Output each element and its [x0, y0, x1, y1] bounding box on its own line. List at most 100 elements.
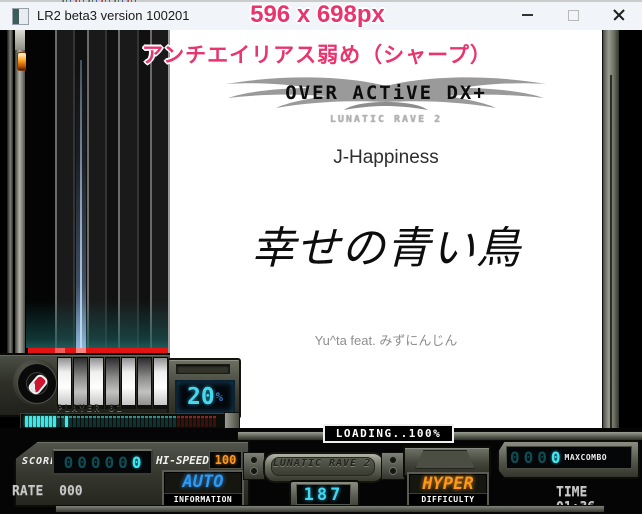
score-bright-digit: 0 [132, 453, 142, 472]
loading-status: LOADING..100% [336, 428, 442, 439]
note-lane-field [26, 30, 170, 353]
gauge-segment [129, 416, 132, 427]
key-3 [89, 357, 104, 409]
bpm-value: 187 [304, 485, 344, 505]
rail-connector-left [243, 452, 265, 480]
key-4 [105, 357, 120, 409]
close-button[interactable] [596, 0, 642, 30]
lane-beam-glow [26, 300, 168, 348]
window-title: LR2 beta3 version 100201 [37, 8, 190, 23]
difficulty-name: HYPER [409, 475, 487, 494]
left-frame-inner [15, 30, 25, 353]
lane-right-edge [168, 30, 170, 353]
app-icon [12, 8, 29, 25]
gauge-segment [193, 416, 196, 427]
gauge-segment [81, 416, 84, 427]
time-label: TIME [556, 485, 587, 500]
difficulty-label: DIFFICULTY [409, 493, 487, 505]
minimize-icon [522, 14, 533, 16]
maxcombo-label: MAXCOMBO [565, 453, 608, 462]
gauge-segment [149, 416, 152, 427]
gauge-segment [125, 416, 128, 427]
rate-label: RATE [12, 484, 43, 499]
gauge-segment [45, 416, 48, 427]
difficulty-panel: HYPER DIFFICULTY [407, 472, 489, 507]
key-1 [57, 357, 72, 409]
gauge-segment [201, 416, 204, 427]
console-bottom-rail [55, 505, 605, 513]
auto-label: AUTO [164, 473, 242, 492]
score-dim-digits: 00000 [64, 453, 132, 472]
gauge-segment [93, 416, 96, 427]
score-display: 00000 0 [52, 449, 153, 475]
gauge-segment [41, 416, 44, 427]
lane-cover-display: 20 % [175, 380, 235, 414]
loading-status-box: LOADING..100% [323, 424, 454, 443]
logo-title: OVER ACTiVE DX+ [216, 82, 556, 104]
gauge-segment [133, 416, 136, 427]
maxcombo-display: 000 0 MAXCOMBO [506, 446, 632, 469]
lane-cover-value: 20 [187, 386, 215, 409]
panel-engraving [176, 364, 230, 374]
gauge-segment [105, 416, 108, 427]
logo-subtitle: LUNATIC RAVE 2 [216, 114, 556, 125]
rate-readout: RATE 000 [12, 484, 83, 499]
gauge-segment [121, 416, 124, 427]
auto-panel: AUTO INFORMATION [162, 470, 244, 507]
gauge-segment [101, 416, 104, 427]
gauge-segment [177, 416, 180, 427]
minimize-button[interactable] [504, 0, 550, 30]
gauge-segment [73, 416, 76, 427]
gauge-segment [89, 416, 92, 427]
gauge-segment [57, 416, 60, 427]
maxcombo-bright-digit: 0 [551, 448, 561, 467]
close-icon [612, 8, 626, 22]
gauge-segment [113, 416, 116, 427]
gauge-segment [65, 416, 68, 427]
lr2-window: LR2 beta3 version 100201 596 x 698px [0, 0, 642, 514]
screw-icon [250, 456, 258, 464]
right-frame-groove [610, 75, 612, 428]
information-label: INFORMATION [164, 493, 242, 505]
maxcombo-dim-digits: 000 [510, 448, 551, 467]
gauge-segment [205, 416, 208, 427]
gauge-segment [37, 416, 40, 427]
gauge-segment [141, 416, 144, 427]
screw-icon [389, 456, 397, 464]
gauge-segment [61, 416, 64, 427]
gauge-segment [169, 416, 172, 427]
gauge-segment [29, 416, 32, 427]
gauge-segment [69, 416, 72, 427]
gauge-segment [49, 416, 52, 427]
gauge-segment [181, 416, 184, 427]
antialias-note: アンチエイリアス弱め（シャープ） [142, 39, 492, 69]
gauge-segment [161, 416, 164, 427]
gauge-segment [165, 416, 168, 427]
gauge-segment [33, 416, 36, 427]
rail-connector-right [381, 452, 405, 480]
hispeed-display: 100 [209, 451, 242, 469]
difficulty-plate-inset [415, 450, 475, 469]
screw-icon [250, 467, 258, 475]
gauge-segment [77, 416, 80, 427]
screw-icon [389, 467, 397, 475]
left-frame-cap [15, 30, 25, 50]
gauge-segment [209, 416, 212, 427]
gauge-segment [157, 416, 160, 427]
brand-text: LUNATIC RAVE 2 [263, 458, 381, 469]
key-2 [73, 357, 88, 409]
key-7 [153, 357, 168, 409]
long-note-core [80, 60, 82, 348]
gauge-segment [85, 416, 88, 427]
song-genre: J-Happiness [170, 147, 602, 169]
maximize-button[interactable] [550, 0, 596, 30]
key-5 [121, 357, 136, 409]
hispeed-value: 100 [215, 453, 237, 467]
lane-cover-unit: % [216, 390, 223, 404]
gauge-segment [109, 416, 112, 427]
gauge-segment [117, 416, 120, 427]
gauge-segment [137, 416, 140, 427]
gauge-segment [213, 416, 216, 427]
gauge-segment [189, 416, 192, 427]
background-window-artifact [62, 0, 140, 2]
